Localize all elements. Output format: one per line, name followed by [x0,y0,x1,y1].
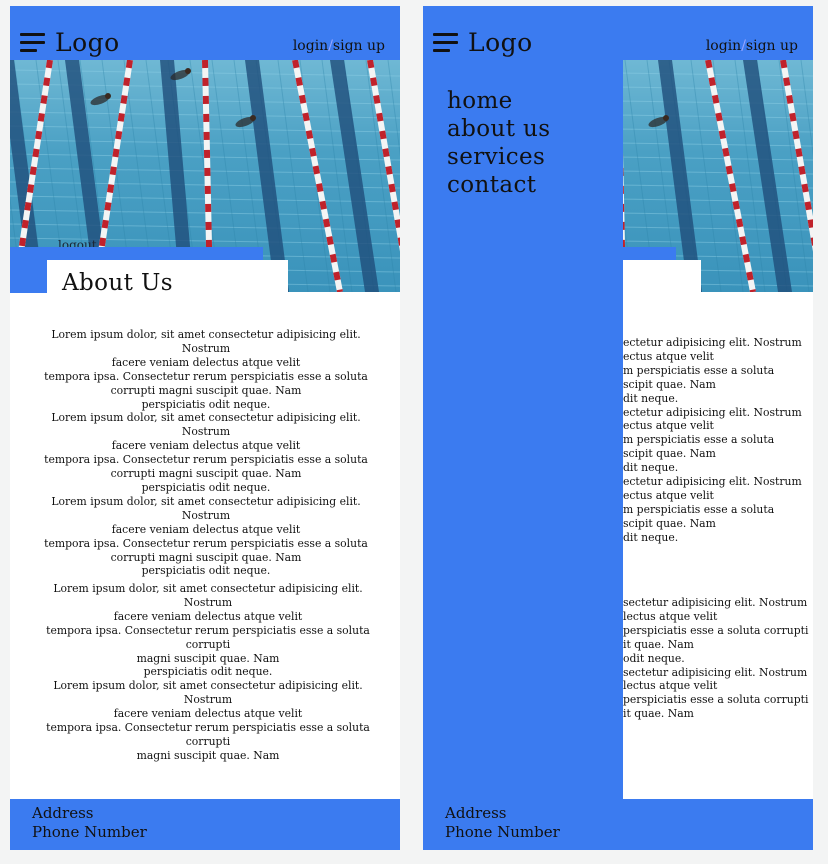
paragraph-line: Lorem ipsum dolor, sit amet consectetur … [51,328,361,355]
paragraph-line: scipit quae. Nam [623,447,716,461]
paragraph-line: perspiciatis odit neque. [141,397,271,411]
paragraph-line: m perspiciatis esse a soluta [623,502,775,516]
logo[interactable]: Logo [468,28,533,57]
paragraph-line: ectus atque velit [623,488,714,502]
paragraph-line: dit neque. [623,391,679,405]
paragraph-line: dit neque. [623,530,679,544]
paragraph-line: corrupti magni suscipit quae. Nam [110,550,302,564]
footer-phone: Phone Number [445,823,560,841]
paragraph-line: m perspiciatis esse a soluta [623,363,775,377]
menu-item-about-us[interactable]: about us [447,116,550,142]
logo[interactable]: Logo [55,28,120,57]
login-signup-link[interactable]: login/sign up [293,38,385,54]
menu-item-services[interactable]: services [447,144,545,170]
paragraph-line: m perspiciatis esse a soluta [623,433,775,447]
paragraph-line: lectus atque velit [623,609,718,623]
menu-item-contact[interactable]: contact [447,172,536,198]
paragraph-line: ectetur adipisicing elit. Nostrum [623,336,802,349]
paragraph-line: facere veniam delectus atque velit [111,355,301,369]
paragraph-line: lectus atque velit [623,679,718,693]
paragraph-line: ectus atque velit [623,419,714,433]
paragraph-line: odit neque. [623,651,685,665]
paragraph-line: tempora ipsa. Consectetur rerum perspici… [44,453,368,467]
paragraph-line: ectus atque velit [623,349,714,363]
paragraph-line: Lorem ipsum dolor, sit amet consectetur … [53,582,363,609]
paragraph-line: perspiciatis odit neque. [143,665,273,679]
login-link-text[interactable]: login [293,38,328,54]
paragraph-line: dit neque. [623,461,679,475]
paragraph-line: tempora ipsa. Consectetur rerum perspici… [46,721,370,748]
about-title: About Us [62,270,173,296]
paragraph-line: it quae. Nam [623,707,694,721]
paragraph-line: tempora ipsa. Consectetur rerum perspici… [46,623,370,651]
paragraph-line: facere veniam delectus atque velit [113,609,303,623]
about-paragraph-2: Lorem ipsum dolor, sit amet consectetur … [37,582,379,763]
footer-phone: Phone Number [32,823,147,841]
about-paragraph-1: Lorem ipsum dolor, sit amet consectetur … [38,328,374,578]
paragraph-line: scipit quae. Nam [623,377,716,391]
paragraph-line: sectetur adipisicing elit. Nostrum [623,596,808,609]
login-signup-link[interactable]: login/sign up [706,38,798,54]
side-menu-drawer: home about us services contact [423,60,623,799]
paragraph-line: tempora ipsa. Consectetur rerum perspici… [44,536,368,550]
paragraph-line: perspiciatis odit neque. [141,480,271,494]
header: Logo login/sign up [423,6,813,60]
paragraph-line: tempora ipsa. Consectetur rerum perspici… [44,369,368,383]
paragraph-line: Lorem ipsum dolor, sit amet consectetur … [53,679,363,707]
paragraph-line: facere veniam delectus atque velit [111,522,301,536]
mobile-screen-default: Logo login/sign up logout About Us Lorem… [10,6,400,850]
about-paragraph-1-partial: ectetur adipisicing elit. Nostrum ectus a… [623,336,813,545]
footer-address: Address [32,804,94,822]
paragraph-line: ectetur adipisicing elit. Nostrum [623,405,802,419]
about-paragraph-2-partial: sectetur adipisicing elit. Nostrum lectus… [623,596,813,721]
about-title-box [623,260,701,300]
hamburger-menu-icon[interactable] [20,33,45,53]
paragraph-line: Lorem ipsum dolor, sit amet consectetur … [51,411,361,439]
signup-link-text[interactable]: sign up [333,38,385,54]
footer: Address Phone Number [10,799,400,850]
menu-item-home[interactable]: home [447,88,513,114]
paragraph-line: ectetur adipisicing elit. Nostrum [623,475,802,489]
footer: Address Phone Number [423,799,813,850]
paragraph-line: magni suscipit quae. Nam [136,748,280,762]
paragraph-line: magni suscipit quae. Nam [136,651,280,665]
paragraph-line: scipit quae. Nam [623,516,716,530]
header: Logo login/sign up [10,6,400,60]
paragraph-line: Lorem ipsum dolor, sit amet consectetur … [51,494,361,522]
paragraph-line: corrupti magni suscipit quae. Nam [110,467,302,481]
signup-link-text[interactable]: sign up [746,38,798,54]
about-title-box: About Us [47,260,288,300]
paragraph-line: perspiciatis esse a soluta corrupti [623,693,809,707]
footer-address: Address [445,804,507,822]
paragraph-line: facere veniam delectus atque velit [111,439,301,453]
paragraph-line: perspiciatis esse a soluta corrupti [623,623,809,637]
login-link-text[interactable]: login [706,38,741,54]
paragraph-line: it quae. Nam [623,637,694,651]
paragraph-line: perspiciatis odit neque. [141,564,271,578]
paragraph-line: sectetur adipisicing elit. Nostrum [623,665,808,679]
mobile-screen-menu-open: Logo login/sign up ectetur adipisicing e… [423,6,813,850]
paragraph-line: facere veniam delectus atque velit [113,707,303,721]
paragraph-line: corrupti magni suscipit quae. Nam [110,383,302,397]
hamburger-menu-icon[interactable] [433,33,458,53]
